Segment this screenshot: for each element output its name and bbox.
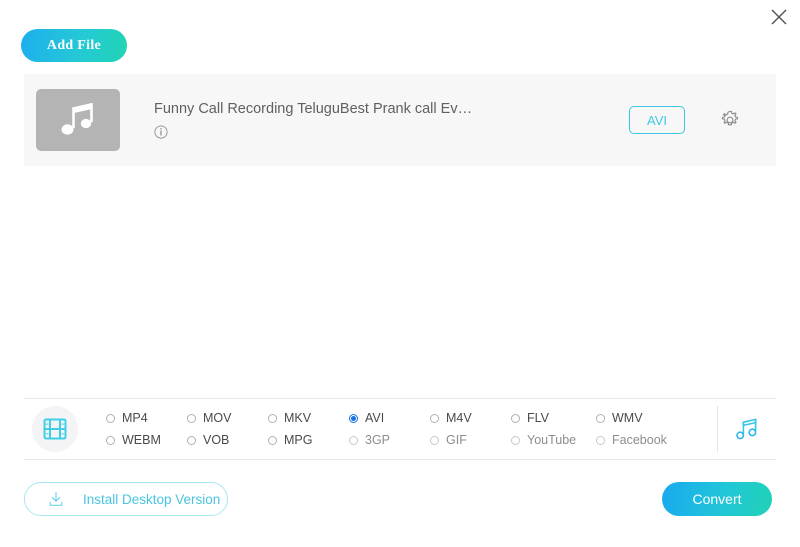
install-desktop-version-button[interactable]: Install Desktop Version <box>24 482 228 516</box>
format-option-label: GIF <box>446 433 467 447</box>
format-option-label: MPG <box>284 433 312 447</box>
gear-icon <box>719 109 741 131</box>
format-option-label: AVI <box>365 411 384 425</box>
convert-button[interactable]: Convert <box>662 482 772 516</box>
video-format-category-button[interactable] <box>32 406 78 452</box>
install-desktop-version-label: Install Desktop Version <box>83 492 220 507</box>
format-option-label: Facebook <box>612 433 667 447</box>
format-options-grid: MP4 MOV MKV AVI M4V FLV WMV WEBM <box>106 407 717 451</box>
format-option-mkv-slot[interactable]: MKV <box>268 411 349 425</box>
close-icon <box>770 8 788 26</box>
close-window-button[interactable] <box>766 4 792 30</box>
radio-icon <box>511 436 520 445</box>
audio-format-category-button[interactable] <box>718 415 776 443</box>
file-list-item[interactable]: Funny Call Recording TeluguBest Prank ca… <box>24 74 776 166</box>
radio-icon <box>106 414 115 423</box>
format-option-youtube-slot[interactable]: YouTube <box>511 433 596 447</box>
radio-icon <box>268 436 277 445</box>
info-icon[interactable] <box>154 125 168 139</box>
radio-icon <box>511 414 520 423</box>
radio-icon <box>187 414 196 423</box>
format-option-label: MOV <box>203 411 231 425</box>
radio-icon <box>596 414 605 423</box>
file-meta: Funny Call Recording TeluguBest Prank ca… <box>154 101 629 139</box>
format-option-label: WMV <box>612 411 643 425</box>
format-option-vob-slot[interactable]: VOB <box>187 433 268 447</box>
radio-icon <box>349 414 358 423</box>
format-selection-bar: MP4 MOV MKV AVI M4V FLV WMV WEBM <box>24 398 776 460</box>
format-option-flv-slot[interactable]: FLV <box>511 411 596 425</box>
radio-icon <box>106 436 115 445</box>
format-option-label: VOB <box>203 433 229 447</box>
format-option-facebook-slot[interactable]: Facebook <box>596 433 686 447</box>
file-title: Funny Call Recording TeluguBest Prank ca… <box>154 101 584 117</box>
download-icon <box>47 490 65 508</box>
format-option-3gp-slot[interactable]: 3GP <box>349 433 430 447</box>
add-file-button[interactable]: Add File <box>21 29 127 62</box>
music-note-icon <box>58 101 98 139</box>
format-option-label: MKV <box>284 411 311 425</box>
radio-icon <box>430 436 439 445</box>
radio-icon <box>268 414 277 423</box>
format-option-mpg-slot[interactable]: MPG <box>268 433 349 447</box>
file-settings-button[interactable] <box>717 107 743 133</box>
format-option-label: WEBM <box>122 433 161 447</box>
format-option-wmv-slot[interactable]: WMV <box>596 411 686 425</box>
radio-icon <box>349 436 358 445</box>
format-option-avi-slot[interactable]: AVI <box>349 411 430 425</box>
format-option-label: FLV <box>527 411 549 425</box>
format-option-label: MP4 <box>122 411 148 425</box>
file-output-format-button[interactable]: AVI <box>629 106 685 134</box>
format-option-mp4-slot[interactable]: MP4 <box>106 411 187 425</box>
add-file-area: Add File <box>21 29 127 62</box>
music-note-icon <box>733 415 761 443</box>
radio-icon <box>596 436 605 445</box>
file-thumbnail <box>36 89 120 151</box>
film-strip-icon <box>42 416 68 442</box>
format-option-label: YouTube <box>527 433 576 447</box>
radio-icon <box>430 414 439 423</box>
format-option-mov-slot[interactable]: MOV <box>187 411 268 425</box>
format-option-m4v-slot[interactable]: M4V <box>430 411 511 425</box>
radio-icon <box>187 436 196 445</box>
format-option-gif-slot[interactable]: GIF <box>430 433 511 447</box>
format-option-label: M4V <box>446 411 472 425</box>
format-option-webm-slot[interactable]: WEBM <box>106 433 187 447</box>
format-option-label: 3GP <box>365 433 390 447</box>
